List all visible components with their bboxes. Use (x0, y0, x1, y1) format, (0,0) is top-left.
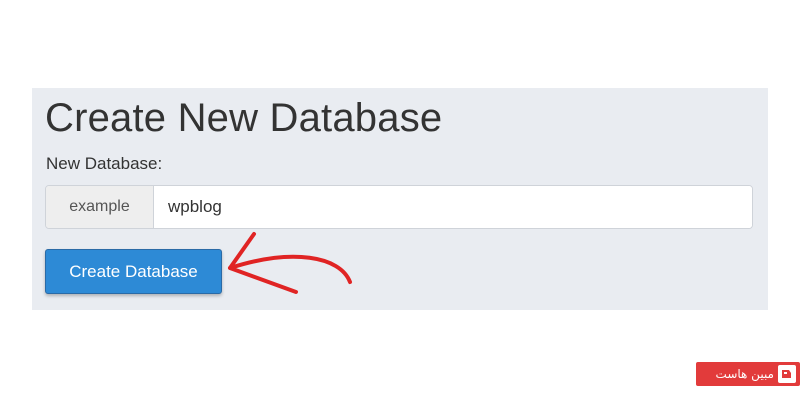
create-database-button[interactable]: Create Database (45, 249, 222, 294)
new-database-label: New Database: (46, 154, 163, 173)
watermark-badge: مبین هاست (696, 362, 800, 386)
watermark-text: مبین هاست (715, 367, 774, 381)
database-name-input-group: example (45, 185, 753, 229)
create-database-panel: Create New Database New Database: exampl… (32, 88, 768, 310)
watermark-logo-icon (778, 365, 796, 383)
database-prefix: example (46, 186, 154, 228)
page-title: Create New Database (45, 96, 443, 140)
database-name-input[interactable] (154, 186, 752, 228)
